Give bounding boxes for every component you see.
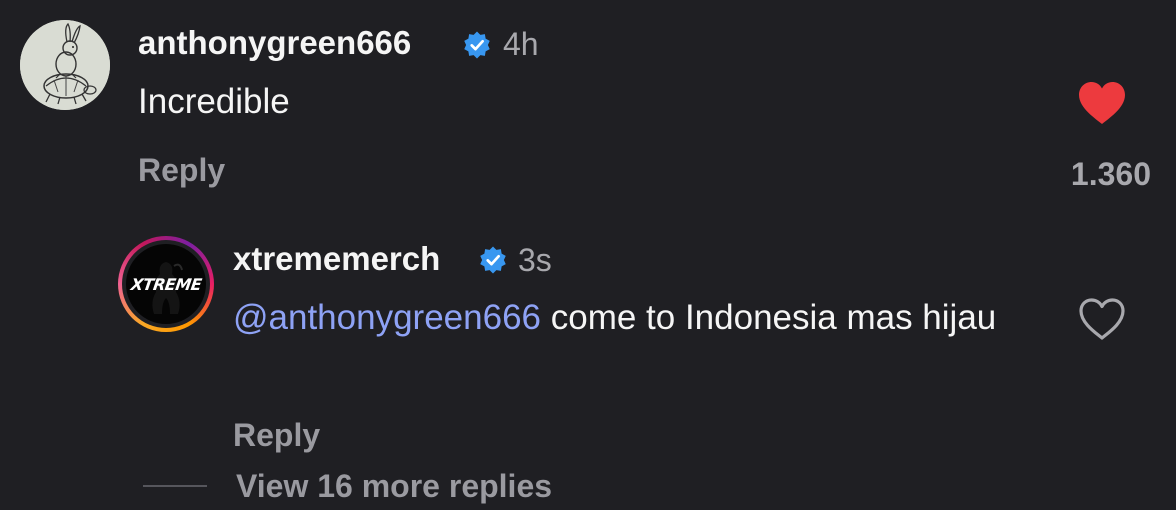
verified-badge-icon: [480, 246, 506, 274]
heart-outline-icon[interactable]: [1076, 296, 1128, 342]
heart-filled-icon[interactable]: [1076, 80, 1128, 126]
comment-timestamp: 4h: [503, 26, 539, 62]
reply-timestamp: 3s: [518, 242, 552, 278]
like-count: 1.360: [1070, 156, 1151, 192]
reply-text: @anthonygreen666 come to Indonesia mas h…: [233, 294, 1023, 342]
comment-username[interactable]: anthonygreen666: [138, 24, 411, 62]
comment-text: Incredible: [138, 82, 290, 121]
mention-link[interactable]: @anthonygreen666: [233, 298, 541, 337]
story-ring-gap: XTREME: [122, 240, 210, 328]
avatar-anthonygreen666[interactable]: [20, 20, 110, 110]
rabbit-on-turtle-icon: [20, 20, 110, 110]
reply-text-body: come to Indonesia mas hijau: [541, 298, 997, 337]
reply-button[interactable]: Reply: [138, 152, 225, 189]
reply-username[interactable]: xtrememerch: [233, 240, 440, 278]
reply-button[interactable]: Reply: [233, 417, 320, 454]
xtreme-logo: XTREME: [126, 244, 206, 324]
view-more-replies-button[interactable]: View 16 more replies: [236, 468, 552, 505]
avatar-logo-text: XTREME: [129, 274, 203, 294]
comments-thread: anthonygreen666 4h Incredible Reply 1.36…: [0, 0, 1176, 510]
view-more-divider: [143, 485, 207, 487]
verified-badge-icon: [464, 31, 490, 59]
avatar-xtrememerch[interactable]: XTREME: [118, 236, 214, 332]
